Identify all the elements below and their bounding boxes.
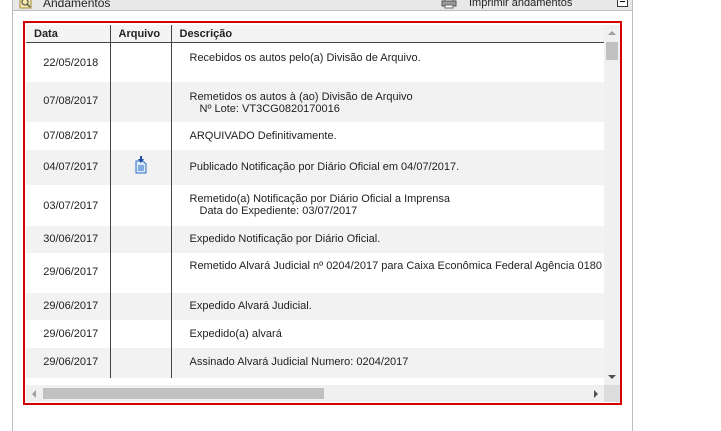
vertical-scroll-thumb[interactable] [606,42,618,60]
print-andamentos-link[interactable]: Imprimir andamentos [469,0,572,9]
row-description: Expedido(a) alvará [189,327,282,340]
column-header-data[interactable]: Data [26,25,111,43]
scroll-left-arrow-icon[interactable] [26,385,42,402]
row-description-detail: Data do Expediente: 03/07/2017 [199,204,358,217]
table-row: 04/07/2017 Publicado Notificação por Diá… [26,149,604,185]
table-row: 22/05/2018 Recebidos os autos pelo(a) Di… [26,42,604,82]
andamentos-table-viewport: Data Arquivo Descrição 22/05/2018 Recebi… [26,25,604,385]
table-row: 29/06/2017 Expedido(a) alvará [26,319,604,348]
row-description: Assinado Alvará Judicial Numero: 0204/20… [189,355,409,368]
andamentos-table: Data Arquivo Descrição 22/05/2018 Recebi… [26,25,604,378]
row-date: 29/06/2017 [43,299,99,312]
row-description-detail: Nº Lote: VT3CG0820170016 [199,102,340,115]
panel-title: Andamentos [43,0,111,10]
row-description: Recebidos os autos pelo(a) Divisão de Ar… [189,52,421,64]
horizontal-scrollbar[interactable] [26,385,604,402]
row-description: ARQUIVADO Definitivamente. [189,129,337,142]
row-date: 04/07/2017 [43,160,99,173]
row-description: Publicado Notificação por Diário Oficial… [189,160,460,173]
row-description: Expedido Notificação por Diário Oficial. [189,232,381,245]
row-date: 29/06/2017 [43,355,99,368]
table-row: 07/08/2017 ARQUIVADO Definitivamente. [26,121,604,150]
row-description: Remetido Alvará Judicial nº 0204/2017 pa… [189,259,603,272]
document-download-icon[interactable] [135,155,147,174]
scroll-right-arrow-icon[interactable] [588,385,604,402]
magnifier-doc-icon [19,0,32,9]
table-row: 29/06/2017 Expedido Alvará Judicial. [26,292,604,320]
row-description: Expedido Alvará Judicial. [189,299,312,312]
horizontal-scroll-thumb[interactable] [43,388,324,399]
row-date: 03/07/2017 [43,199,99,212]
column-header-arquivo[interactable]: Arquivo [110,25,172,43]
scrollbar-corner [604,385,620,402]
column-header-descricao[interactable]: Descrição [171,25,604,43]
printer-icon[interactable] [441,0,457,9]
table-row: 03/07/2017 Remetido(a) Notificação por D… [26,184,604,226]
table-row: 07/08/2017 Remetidos os autos à (ao) Div… [26,81,604,122]
row-date: 22/05/2018 [43,57,99,69]
row-date: 07/08/2017 [43,129,99,142]
scroll-up-arrow-icon[interactable] [604,25,620,41]
row-date: 30/06/2017 [43,232,99,245]
table-row: 29/06/2017 Assinado Alvará Judicial Nume… [26,347,604,378]
scroll-down-arrow-icon[interactable] [604,369,620,385]
table-row: 30/06/2017 Expedido Notificação por Diár… [26,225,604,253]
table-header-row: Data Arquivo Descrição [26,25,604,43]
vertical-scrollbar[interactable] [604,25,620,385]
row-date: 29/06/2017 [43,327,99,340]
row-description: Remetidos os autos à (ao) Divisão de Arq… [189,90,413,103]
row-date: 07/08/2017 [43,94,99,107]
row-date: 29/06/2017 [43,265,99,278]
collapse-panel-button[interactable] [617,0,628,7]
table-row: 29/06/2017 Remetido Alvará Judicial nº 0… [26,252,604,293]
row-description: Remetido(a) Notificação por Diário Ofici… [189,192,450,205]
andamentos-panel-header: Andamentos Imprimir andamentos [12,0,633,11]
